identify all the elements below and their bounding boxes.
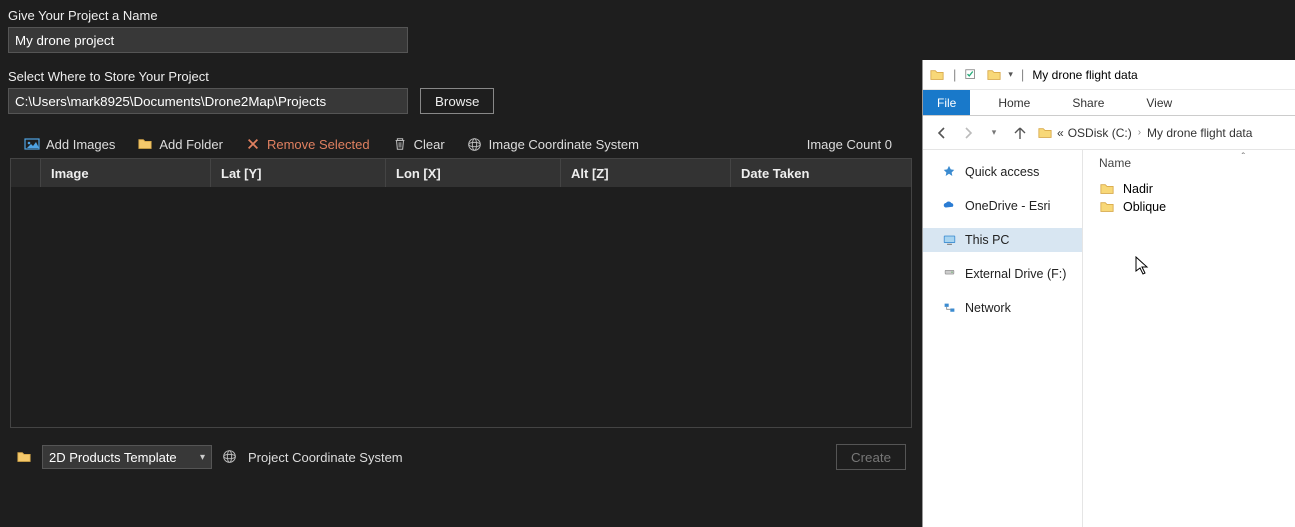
col-alt[interactable]: Alt [Z]: [561, 159, 731, 187]
tab-file[interactable]: File: [923, 90, 970, 115]
image-table: Image Lat [Y] Lon [X] Alt [Z] Date Taken: [10, 158, 912, 428]
window-title: My drone flight data: [1032, 68, 1137, 82]
folder-item[interactable]: Oblique: [1099, 198, 1166, 216]
project-name-input[interactable]: [8, 27, 408, 53]
monitor-icon: [941, 233, 957, 247]
explorer-sidebar: Quick access OneDrive - Esri This PC: [923, 150, 1083, 527]
recent-locations-button[interactable]: ▾: [985, 124, 1003, 142]
globe-icon: [222, 449, 238, 465]
properties-icon[interactable]: [964, 68, 980, 82]
store-location-input[interactable]: [8, 88, 408, 114]
image-icon: [24, 136, 40, 152]
add-images-button[interactable]: Add Images: [24, 136, 115, 152]
sidebar-quick-access[interactable]: Quick access: [923, 160, 1082, 184]
back-button[interactable]: [933, 124, 951, 142]
template-select[interactable]: 2D Products Template ▾: [42, 445, 212, 469]
tab-share[interactable]: Share: [1058, 90, 1118, 115]
footer-bar: 2D Products Template ▾ Project Coordinat…: [8, 428, 914, 486]
sidebar-this-pc[interactable]: This PC: [923, 228, 1082, 252]
image-coordinate-system-button[interactable]: Image Coordinate System: [467, 136, 639, 152]
explorer-file-pane[interactable]: Name ˆ Nadir Oblique: [1083, 150, 1295, 527]
explorer-titlebar[interactable]: | ▾ | My drone flight data: [923, 60, 1295, 90]
image-toolbar: Add Images Add Folder Remove Selected Cl…: [8, 130, 914, 158]
network-icon: [941, 301, 957, 315]
cloud-icon: [941, 199, 957, 213]
sidebar-network[interactable]: Network: [923, 296, 1082, 320]
chevron-right-icon[interactable]: ›: [1136, 127, 1143, 138]
new-project-panel: Give Your Project a Name Select Where to…: [0, 0, 922, 527]
drive-icon: [941, 267, 957, 281]
file-explorer-window: | ▾ | My drone flight data File Home Sha…: [922, 60, 1295, 527]
folder-icon: [929, 68, 945, 82]
explorer-ribbon: File Home Share View: [923, 90, 1295, 116]
col-image[interactable]: Image: [41, 159, 211, 187]
clear-button[interactable]: Clear: [392, 136, 445, 152]
folder-icon: [137, 136, 153, 152]
remove-selected-button[interactable]: Remove Selected: [245, 136, 370, 152]
column-name[interactable]: Name: [1099, 156, 1131, 170]
tab-view[interactable]: View: [1132, 90, 1186, 115]
x-icon: [245, 136, 261, 152]
folder-icon: [1099, 200, 1115, 214]
col-date[interactable]: Date Taken: [731, 159, 911, 187]
add-folder-button[interactable]: Add Folder: [137, 136, 223, 152]
folder-item[interactable]: Nadir: [1099, 180, 1166, 198]
tab-home[interactable]: Home: [984, 90, 1044, 115]
col-lon[interactable]: Lon [X]: [386, 159, 561, 187]
image-count: Image Count 0: [807, 137, 898, 152]
globe-icon: [467, 136, 483, 152]
project-coordinate-system-button[interactable]: Project Coordinate System: [248, 450, 403, 465]
col-lat[interactable]: Lat [Y]: [211, 159, 386, 187]
project-name-label: Give Your Project a Name: [8, 8, 914, 23]
browse-button[interactable]: Browse: [420, 88, 494, 114]
star-icon: [941, 165, 957, 179]
row-handle-column: [11, 159, 41, 187]
forward-button[interactable]: [959, 124, 977, 142]
store-location-label: Select Where to Store Your Project: [8, 69, 914, 84]
explorer-navbar: ▾ « OSDisk (C:) › My drone flight data: [923, 116, 1295, 150]
trash-icon: [392, 136, 408, 152]
folder-icon: [1037, 126, 1053, 140]
create-button[interactable]: Create: [836, 444, 906, 470]
sidebar-external-drive[interactable]: External Drive (F:): [923, 262, 1082, 286]
qat-dropdown-icon[interactable]: ▾: [1008, 69, 1013, 80]
address-bar[interactable]: « OSDisk (C:) › My drone flight data: [1037, 126, 1285, 140]
folder-icon[interactable]: [16, 450, 32, 464]
chevron-up-icon[interactable]: ˆ: [1242, 152, 1245, 163]
sidebar-onedrive[interactable]: OneDrive - Esri: [923, 194, 1082, 218]
folder-icon: [1099, 182, 1115, 196]
chevron-down-icon: ▾: [200, 452, 205, 463]
up-button[interactable]: [1011, 124, 1029, 142]
folder-icon[interactable]: [986, 68, 1002, 82]
